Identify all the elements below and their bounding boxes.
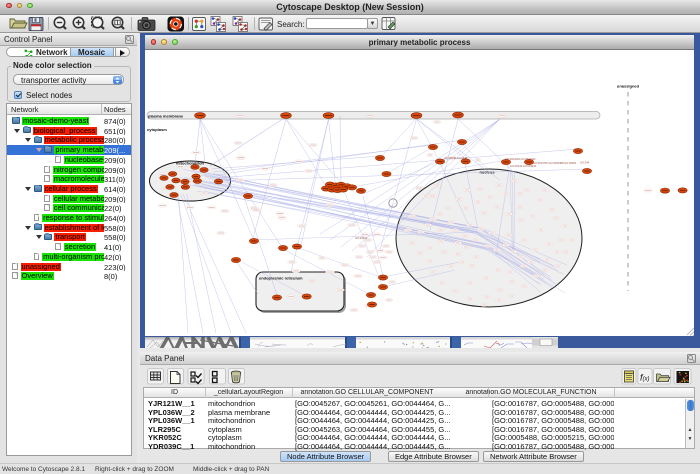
svg-text:cytoplasm: cytoplasm [147,127,167,132]
svg-text:GO:044: GO:044 [580,161,590,165]
svg-text:endoplasmic reticulum: endoplasmic reticulum [259,276,303,281]
svg-text:unassigned: unassigned [617,84,640,89]
svg-text:GO:00444: GO:00444 [355,236,368,240]
svg-text:plasma membrane: plasma membrane [148,114,184,119]
svg-text:GO:0016787,GO:0005488,GO:00052: GO:0016787,GO:0005488,GO:00052 [533,161,577,165]
